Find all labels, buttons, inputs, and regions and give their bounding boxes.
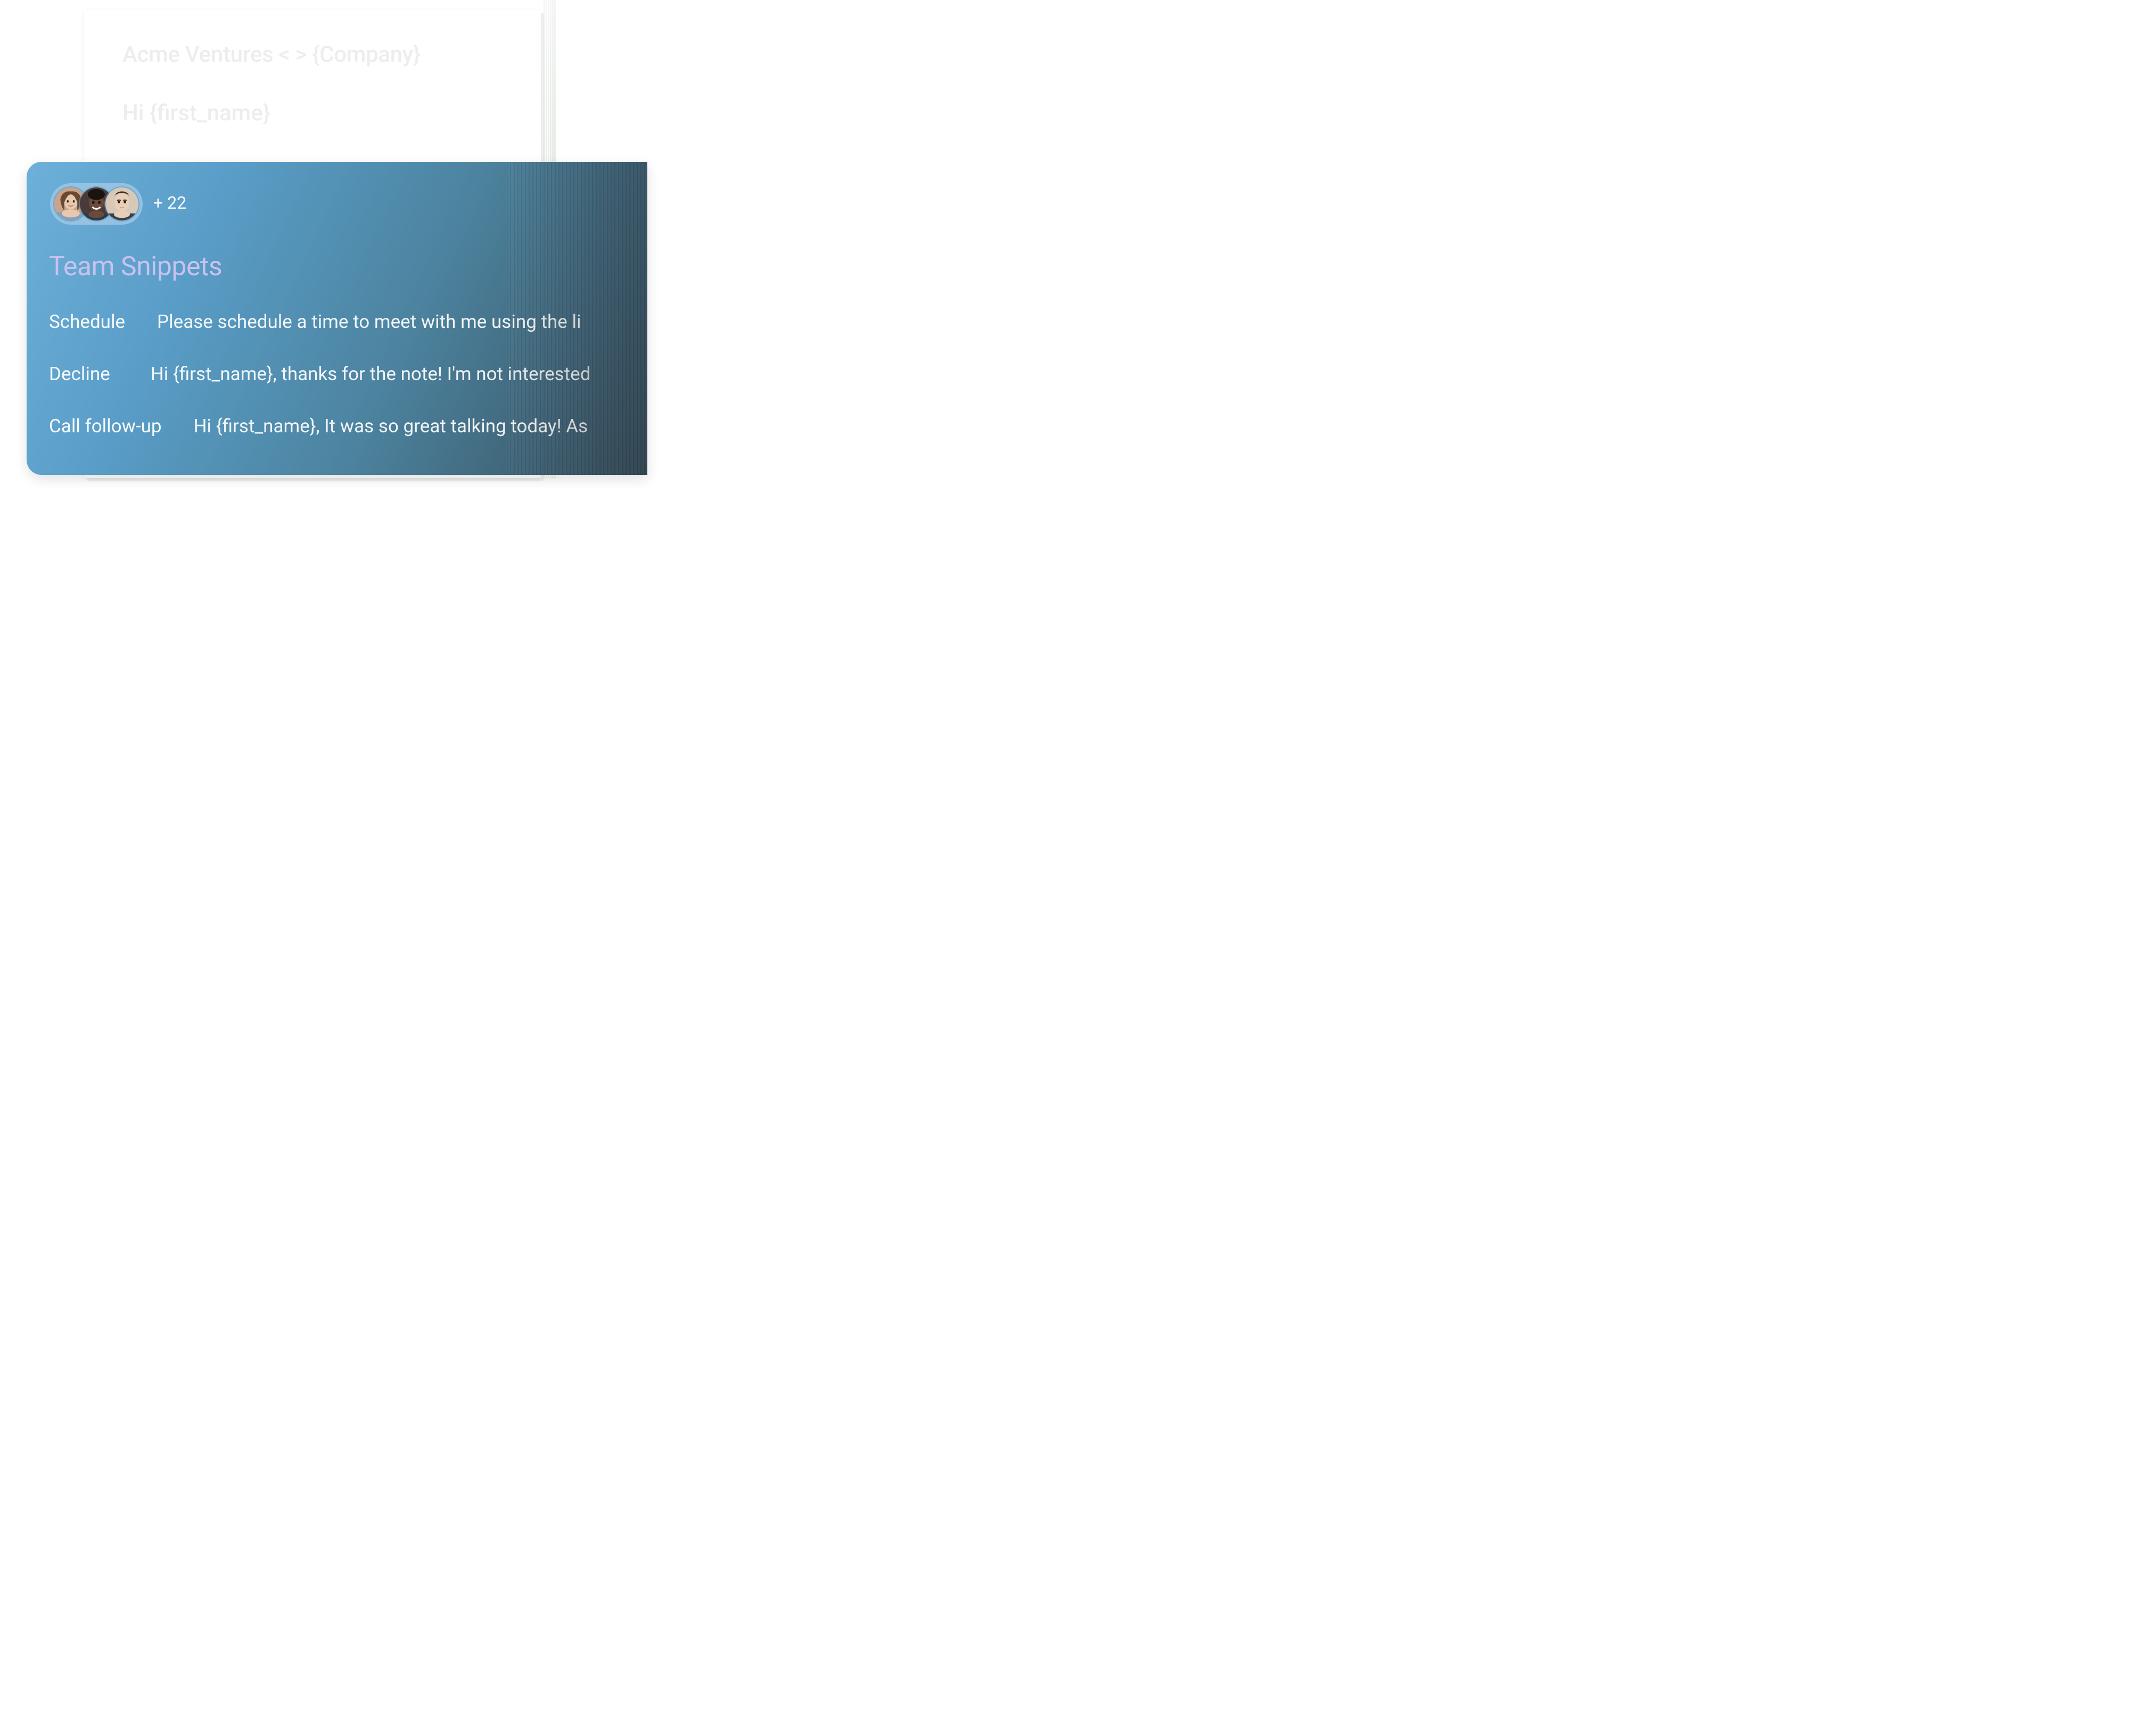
snippet-row-call-follow-up[interactable]: Call follow-up Hi {first_name}, It was s…: [49, 415, 588, 437]
snippet-row-decline[interactable]: Decline Hi {first_name}, thanks for the …: [49, 363, 590, 385]
team-snippets-panel: + 22 Team Snippets Schedule Please sched…: [27, 162, 647, 475]
avatar-group[interactable]: [50, 183, 143, 225]
snippet-preview-text: Hi {first_name}, It was so great talking…: [194, 415, 588, 437]
snippet-preview-text: Please schedule a time to meet with me u…: [157, 311, 581, 333]
snippet-preview-text: Hi {first_name}, thanks for the note! I'…: [151, 363, 591, 385]
document-title: Acme Ventures < > {Company}: [122, 42, 421, 68]
snippet-label: Call follow-up: [49, 415, 162, 437]
snippet-label: Schedule: [49, 311, 125, 333]
avatar-overflow-count: + 22: [153, 193, 186, 213]
snippet-row-schedule[interactable]: Schedule Please schedule a time to meet …: [49, 311, 581, 333]
snippet-label: Decline: [49, 363, 110, 385]
document-greeting: Hi {first_name}: [122, 100, 270, 126]
avatar: [104, 186, 139, 221]
panel-title: Team Snippets: [49, 251, 222, 282]
